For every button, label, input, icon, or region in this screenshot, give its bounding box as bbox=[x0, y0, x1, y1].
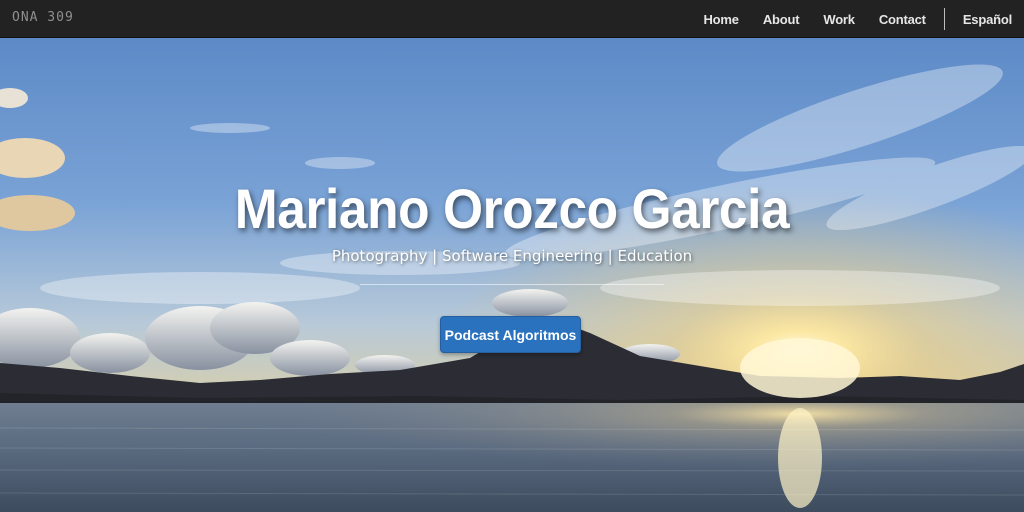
hero-subtitle: Photography | Software Engineering | Edu… bbox=[331, 247, 693, 265]
language-switch-link[interactable]: Español bbox=[963, 12, 1012, 27]
nav-links: Home About Work Contact Español bbox=[703, 0, 1012, 38]
hero-divider bbox=[360, 284, 664, 285]
hero-section: Mariano Orozco Garcia Photography | Soft… bbox=[0, 38, 1024, 512]
brand-logo[interactable]: ONA 309 bbox=[12, 10, 74, 25]
nav-about-link[interactable]: About bbox=[763, 12, 800, 27]
hero-content: Mariano Orozco Garcia Photography | Soft… bbox=[0, 38, 1024, 512]
nav-contact-link[interactable]: Contact bbox=[879, 12, 926, 27]
nav-home-link[interactable]: Home bbox=[703, 12, 739, 27]
nav-work-link[interactable]: Work bbox=[823, 12, 855, 27]
hero-title: Mariano Orozco Garcia bbox=[234, 177, 790, 240]
podcast-algoritmos-button[interactable]: Podcast Algoritmos bbox=[440, 316, 581, 353]
top-navbar: ONA 309 Home About Work Contact Español bbox=[0, 0, 1024, 38]
nav-divider bbox=[943, 8, 945, 30]
